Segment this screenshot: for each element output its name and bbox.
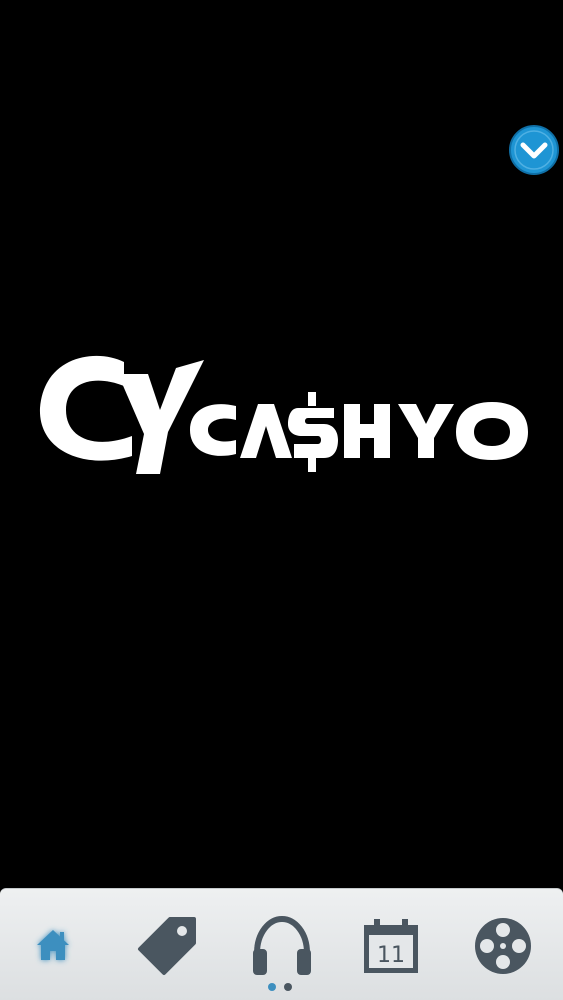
page-dot-active	[268, 983, 276, 991]
tab-media[interactable]	[468, 911, 538, 981]
brand-logo	[36, 352, 530, 478]
expand-button[interactable]	[508, 124, 560, 176]
calendar-day: 11	[377, 943, 405, 968]
page-dot	[284, 983, 292, 991]
tab-music[interactable]	[247, 911, 317, 981]
headphones-icon	[253, 915, 311, 975]
tab-tag[interactable]	[132, 911, 202, 981]
tab-home[interactable]	[18, 911, 88, 981]
page-indicator	[264, 983, 296, 993]
tag-icon	[138, 917, 196, 975]
home-icon	[37, 930, 69, 960]
calendar-icon: 11	[364, 919, 418, 973]
app-screen: 11	[0, 0, 563, 1000]
film-reel-icon	[475, 918, 531, 974]
logo-wordmark	[39, 355, 528, 474]
tab-calendar[interactable]: 11	[356, 911, 426, 981]
chevron-down-icon	[509, 125, 559, 175]
